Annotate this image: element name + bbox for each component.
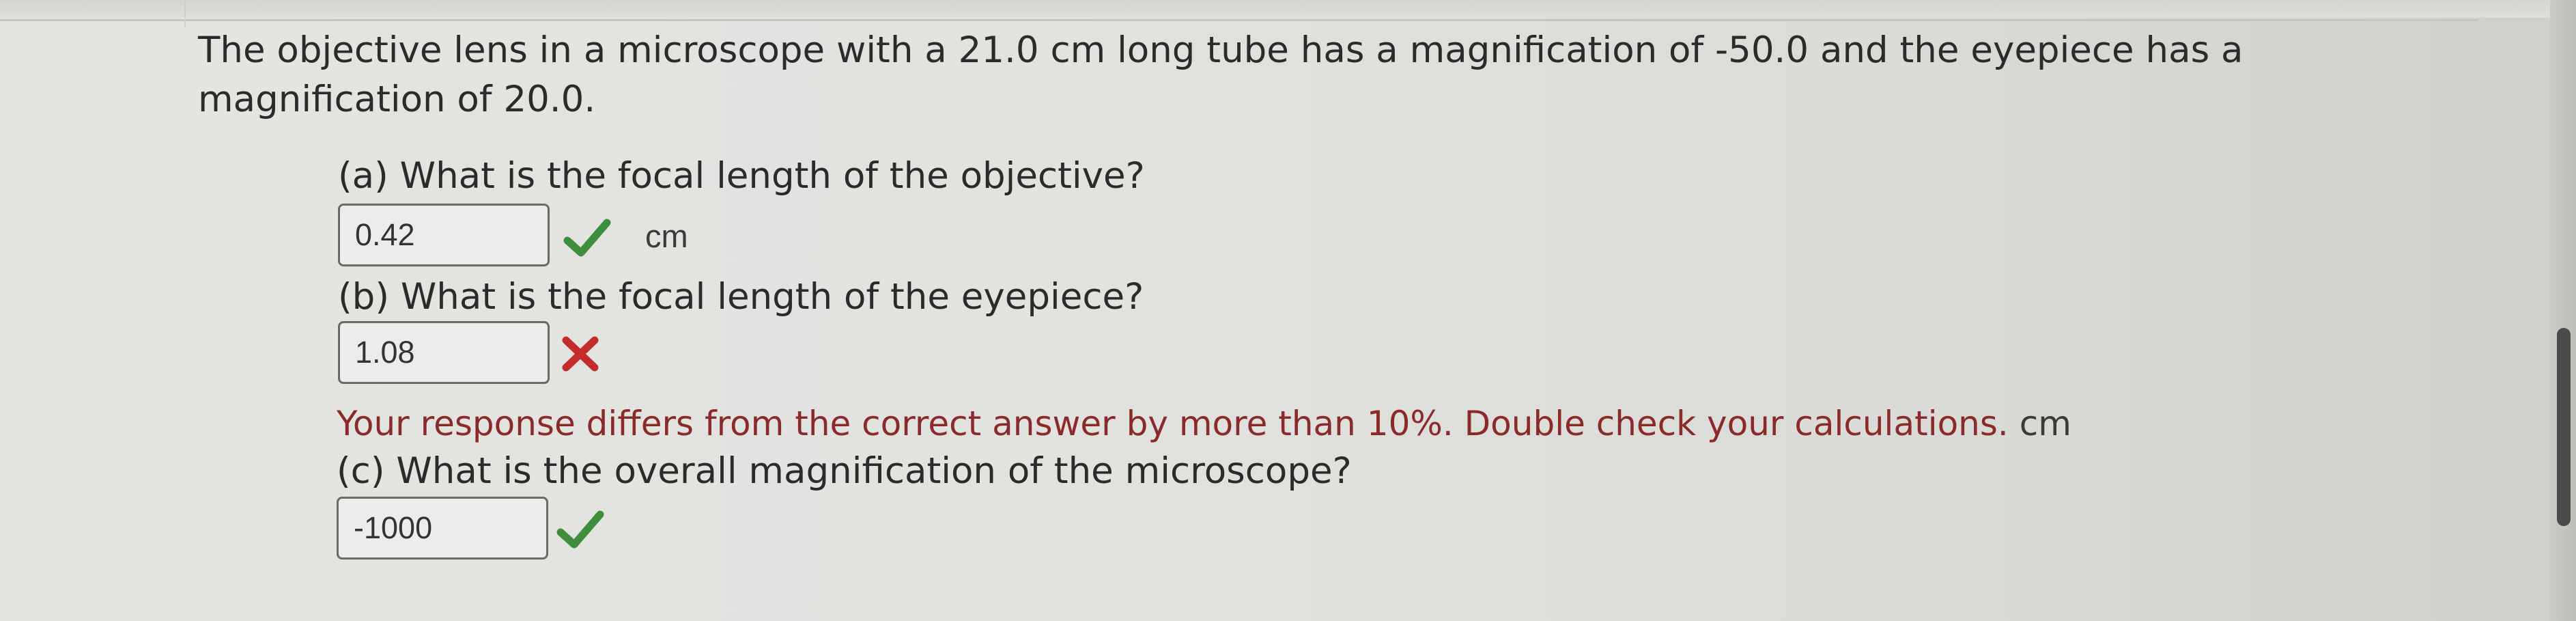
part-a-label: (a) What is the focal length of the obje… xyxy=(338,155,1145,197)
part-a-answer-input[interactable]: 0.42 xyxy=(338,204,550,266)
top-bar xyxy=(0,0,2576,18)
part-c-answer-input[interactable]: -1000 xyxy=(337,497,548,560)
left-divider xyxy=(184,0,186,27)
part-b-feedback-text: Your response differs from the correct a… xyxy=(337,404,2009,443)
scrollbar-thumb[interactable] xyxy=(2557,328,2571,526)
check-icon xyxy=(563,219,611,257)
question-text: The objective lens in a microscope with … xyxy=(198,29,2244,120)
part-b-feedback: Your response differs from the correct a… xyxy=(337,403,2071,444)
part-a-unit: cm xyxy=(645,218,688,254)
x-icon xyxy=(562,336,599,372)
top-divider xyxy=(0,19,2478,21)
part-b-answer-input[interactable]: 1.08 xyxy=(338,321,550,384)
screen: The objective lens in a microscope with … xyxy=(0,0,2576,621)
scrollbar-track[interactable] xyxy=(2550,0,2576,621)
part-b-unit: cm xyxy=(2019,404,2071,443)
check-icon xyxy=(556,510,604,549)
part-b-label: (b) What is the focal length of the eyep… xyxy=(338,276,1144,318)
part-c-label: (c) What is the overall magnification of… xyxy=(337,450,1352,492)
